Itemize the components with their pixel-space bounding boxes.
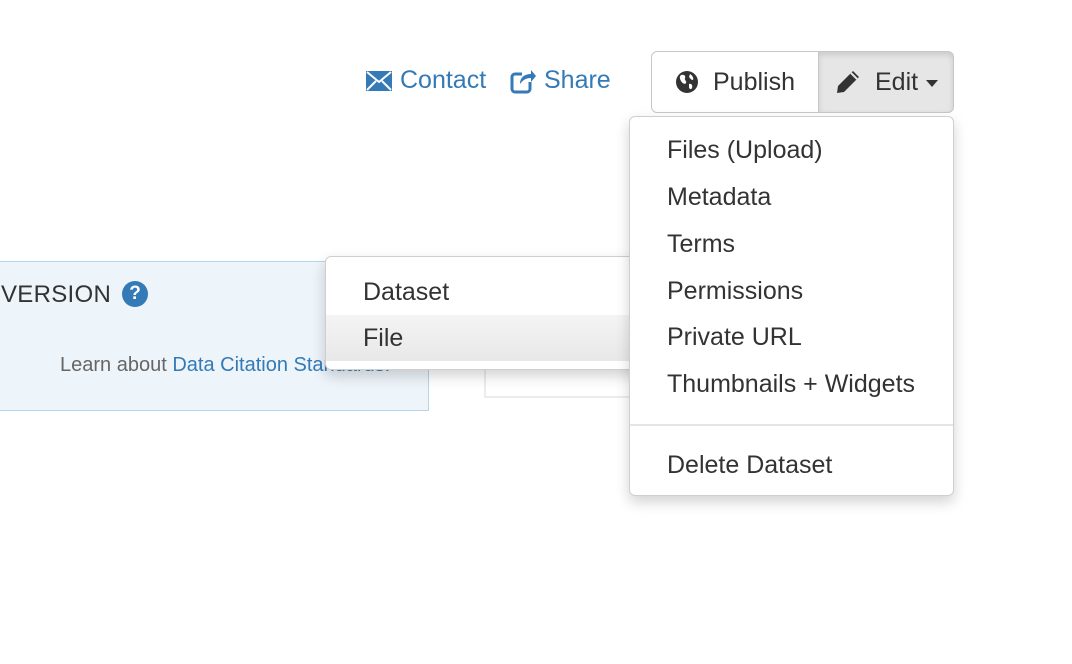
share-icon — [510, 67, 536, 93]
contact-link[interactable]: Contact — [366, 66, 486, 95]
envelope-icon — [366, 70, 392, 91]
question-circle-icon[interactable]: ? — [122, 281, 148, 307]
menu-item-thumbnails-widgets[interactable]: Thumbnails + Widgets — [667, 370, 915, 399]
submenu-item-dataset[interactable]: Dataset — [326, 269, 646, 315]
dataset-action-buttons: Publish Edit — [651, 51, 954, 113]
menu-item-metadata[interactable]: Metadata — [667, 183, 771, 212]
contact-label: Contact — [400, 66, 487, 94]
submenu-item-file[interactable]: File — [326, 315, 646, 361]
menu-divider — [630, 424, 953, 426]
pencil-icon — [837, 71, 859, 93]
edit-label: Edit — [875, 67, 919, 96]
background-panel-edge — [484, 370, 636, 398]
menu-item-delete-dataset[interactable]: Delete Dataset — [667, 451, 832, 480]
globe-icon — [676, 71, 698, 93]
edit-dropdown-button[interactable]: Edit — [819, 51, 954, 113]
submenu-dropdown: Dataset File — [325, 256, 647, 370]
publish-label: Publish — [713, 67, 795, 96]
menu-item-permissions[interactable]: Permissions — [667, 277, 803, 306]
menu-item-files-upload[interactable]: Files (Upload) — [667, 136, 823, 165]
share-link[interactable]: Share — [510, 66, 611, 95]
citation-version-title: VERSION — [1, 281, 112, 308]
edit-dropdown-menu: Files (Upload) Metadata Terms Permission… — [629, 116, 954, 496]
publish-button[interactable]: Publish — [651, 51, 819, 113]
caret-down-icon — [926, 80, 939, 87]
menu-item-terms[interactable]: Terms — [667, 230, 735, 259]
menu-item-private-url[interactable]: Private URL — [667, 323, 802, 352]
share-label: Share — [544, 66, 611, 94]
learn-prefix: Learn about — [60, 354, 173, 376]
